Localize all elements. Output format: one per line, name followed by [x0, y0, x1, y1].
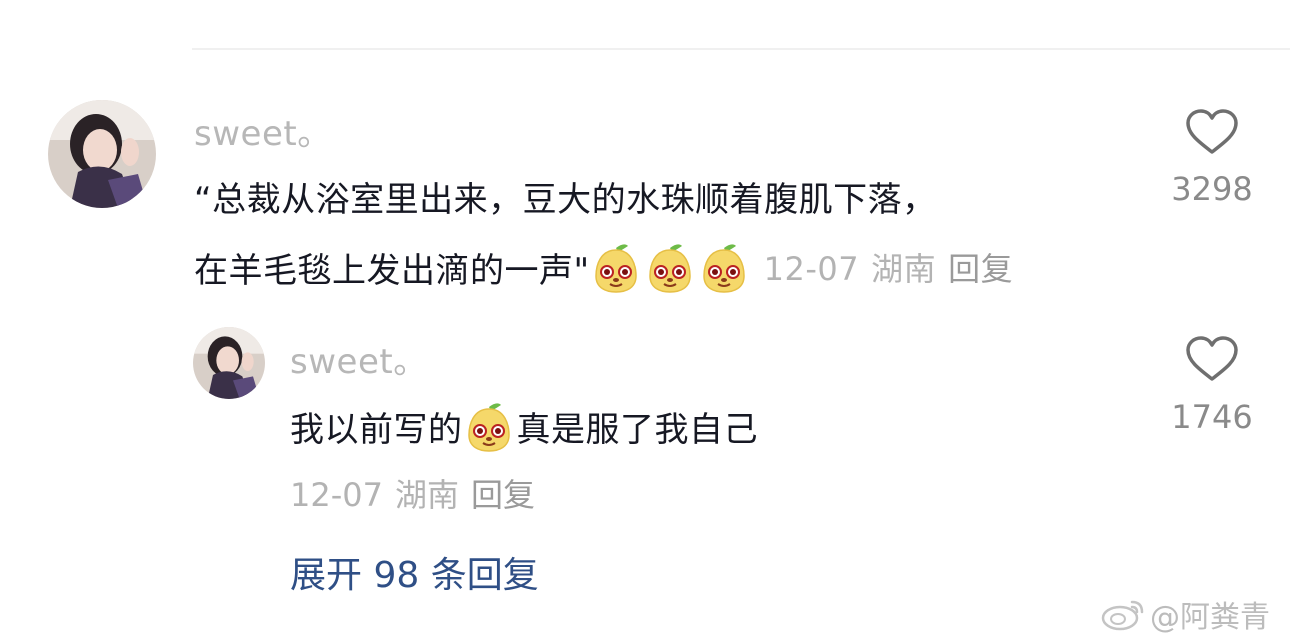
reply-text-row: 我以前写的 真是服了我自己: [290, 399, 758, 453]
comment-text-line-2: 在羊毛毯上发出滴的一声": [194, 250, 590, 291]
comment-text-line-1: “总裁从浴室里出来，豆大的水珠顺着腹肌下落，: [194, 180, 937, 220]
reply-button[interactable]: 回复: [471, 476, 535, 514]
expand-replies-button[interactable]: 展开 98 条回复: [290, 546, 539, 598]
avatar[interactable]: [48, 100, 156, 208]
weibo-logo-icon: [1101, 600, 1144, 631]
comment-location: 湖南: [871, 250, 937, 288]
reply-username[interactable]: sweet。: [290, 334, 428, 383]
grinning-pear-emoji-icon: [644, 240, 696, 294]
grinning-pear-emoji-icon: [698, 240, 750, 294]
comment-like-count: 3298: [1171, 170, 1253, 208]
heart-outline-icon[interactable]: [1185, 108, 1239, 156]
reply-date: 12-07: [290, 476, 383, 514]
comment-date: 12-07: [763, 250, 860, 288]
grinning-pear-emoji-icon: [463, 399, 515, 453]
divider: [192, 48, 1290, 50]
comment-thread: sweet。 “总裁从浴室里出来，豆大的水珠顺着腹肌下落， 在羊毛毯上发出滴的一…: [0, 0, 1290, 642]
comment-username[interactable]: sweet。: [194, 106, 332, 155]
watermark: @阿粪青: [1100, 592, 1270, 636]
avatar[interactable]: [193, 327, 265, 399]
reply-text-after-emoji: 真是服了我自己: [516, 409, 758, 450]
comment-text-line-2-row: 在羊毛毯上发出滴的一声" 12-07 湖南 回复: [194, 240, 1025, 294]
heart-outline-icon[interactable]: [1185, 335, 1239, 383]
reply-text-before-emoji: 我以前写的: [290, 409, 463, 450]
reply-button[interactable]: 回复: [948, 250, 1013, 288]
grinning-pear-emoji-icon: [590, 240, 642, 294]
comment-meta: 12-07 湖南 回复: [764, 244, 1026, 290]
reply-like-count: 1746: [1171, 398, 1253, 436]
reply-location: 湖南: [394, 476, 459, 514]
reply-meta: 12-07 湖南 回复: [290, 470, 547, 516]
watermark-text: @阿粪青: [1150, 600, 1270, 635]
